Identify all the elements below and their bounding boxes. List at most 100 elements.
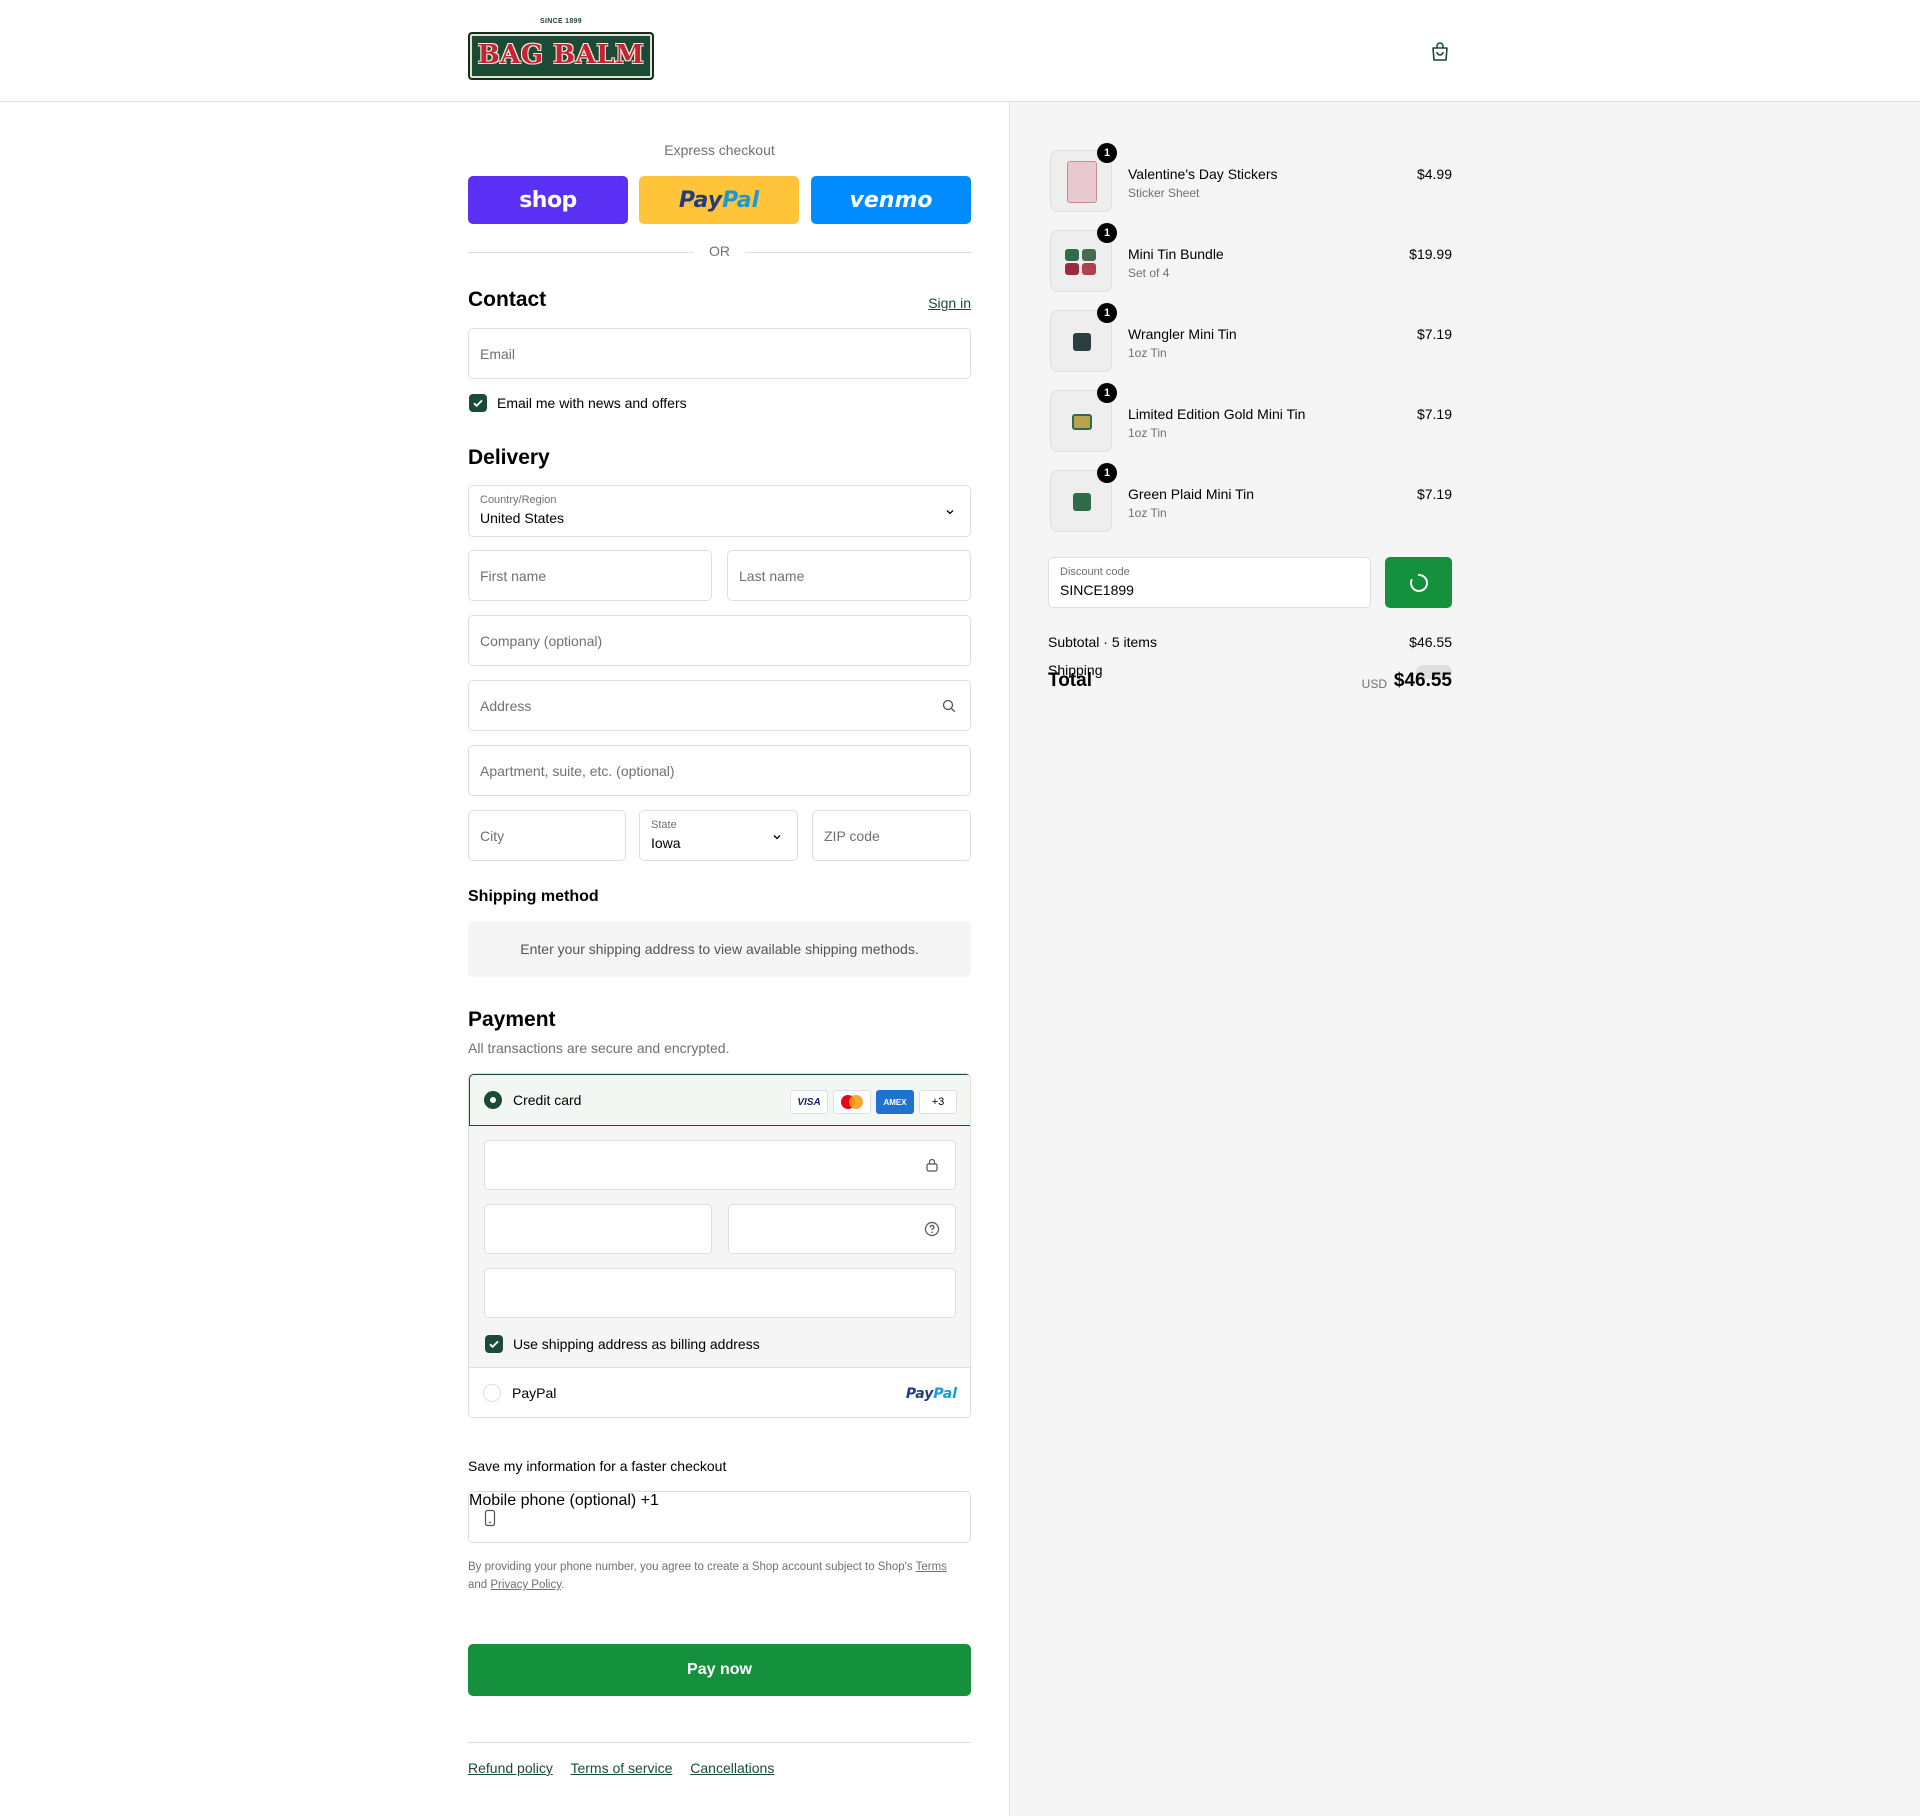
news-offers-checkbox[interactable] — [469, 394, 487, 412]
bag-balm-logo[interactable]: SINCE 1899 BAG BALM — [468, 18, 654, 82]
line-item: 1 Mini Tin Bundle Set of 4 $19.99 — [1048, 223, 1452, 296]
or-divider: OR — [468, 242, 971, 262]
product-thumbnail: 1 — [1050, 303, 1117, 372]
address-placeholder: Address — [480, 698, 532, 714]
amex-logo: AMEX — [876, 1090, 914, 1114]
email-placeholder: Email — [480, 346, 516, 362]
pay-now-button[interactable]: Pay now — [468, 1644, 971, 1696]
delivery-heading: Delivery — [468, 446, 550, 469]
credit-card-label: Credit card — [513, 1092, 582, 1108]
credit-card-radio[interactable] — [484, 1091, 502, 1109]
card-number-field[interactable] — [484, 1140, 956, 1190]
footer-links: Refund policy Terms of service Cancellat… — [468, 1760, 788, 1776]
city-field[interactable]: City — [468, 810, 626, 861]
company-placeholder: Company (optional) — [480, 633, 603, 649]
apartment-placeholder: Apartment, suite, etc. (optional) — [480, 763, 675, 779]
item-variant: 1oz Tin — [1128, 426, 1167, 440]
item-variant: Set of 4 — [1128, 266, 1170, 280]
logo-since-text: SINCE 1899 — [540, 18, 582, 25]
cancellations-link[interactable]: Cancellations — [690, 1760, 774, 1776]
last-name-placeholder: Last name — [739, 568, 805, 584]
discount-code-field[interactable]: Discount code SINCE1899 — [1048, 557, 1371, 608]
item-price: $7.19 — [1416, 406, 1452, 422]
last-name-field[interactable]: Last name — [727, 550, 971, 601]
visa-logo-text: VISA — [797, 1096, 821, 1108]
phone-disclaimer: By providing your phone number, you agre… — [468, 1558, 971, 1594]
email-field[interactable]: Email — [468, 328, 971, 379]
green-plaid-tin-image — [1073, 493, 1091, 511]
quantity-badge: 1 — [1097, 143, 1117, 163]
billing-address-checkbox[interactable] — [485, 1335, 503, 1353]
item-variant: 1oz Tin — [1128, 506, 1167, 520]
help-circle-icon[interactable] — [924, 1221, 940, 1237]
company-field[interactable]: Company (optional) — [468, 615, 971, 666]
mobile-phone-value: +1 — [640, 1492, 659, 1509]
zip-field[interactable]: ZIP code — [812, 810, 971, 861]
mastercard-logo — [833, 1090, 871, 1114]
terms-of-service-link[interactable]: Terms of service — [570, 1760, 672, 1776]
address-field[interactable]: Address — [468, 680, 971, 731]
mobile-phone-icon — [484, 1509, 496, 1527]
express-checkout-label: Express checkout — [664, 142, 775, 158]
state-select[interactable]: State Iowa — [639, 810, 798, 861]
product-thumbnail: 1 — [1050, 143, 1117, 212]
terms-link[interactable]: Terms — [916, 1561, 947, 1573]
paypal-logo-part1: Pay — [905, 1386, 934, 1402]
zip-placeholder: ZIP code — [824, 828, 880, 844]
first-name-placeholder: First name — [480, 568, 547, 584]
subtotal-value: $46.55 — [1409, 634, 1452, 650]
disclaimer-and: and — [468, 1579, 491, 1591]
product-thumbnail: 1 — [1050, 223, 1117, 292]
more-cards-count: +3 — [931, 1096, 945, 1108]
paypal-label-part2: Pal — [722, 187, 760, 213]
country-select[interactable]: Country/Region United States — [468, 485, 971, 537]
shop-pay-button[interactable]: shop — [468, 176, 628, 224]
apartment-field[interactable]: Apartment, suite, etc. (optional) — [468, 745, 971, 796]
more-cards-badge: +3 — [919, 1090, 957, 1114]
privacy-policy-link[interactable]: Privacy Policy — [490, 1579, 561, 1591]
chevron-down-icon — [773, 835, 781, 840]
expiration-date-field[interactable] — [484, 1204, 712, 1254]
payment-heading: Payment — [468, 1008, 556, 1031]
item-name: Mini Tin Bundle — [1128, 246, 1224, 262]
checkout-header: SINCE 1899 BAG BALM — [0, 0, 1920, 102]
line-item: 1 Wrangler Mini Tin 1oz Tin $7.19 — [1048, 303, 1452, 376]
city-placeholder: City — [480, 828, 505, 844]
apply-discount-button[interactable] — [1385, 557, 1452, 608]
shop-pay-label: shop — [519, 187, 577, 213]
billing-address-checkbox-row[interactable]: Use shipping address as billing address — [485, 1335, 760, 1353]
sticker-sheet-image — [1067, 161, 1097, 203]
item-variant: 1oz Tin — [1128, 346, 1167, 360]
mobile-phone-label: Mobile phone (optional) — [469, 1492, 637, 1509]
item-name: Limited Edition Gold Mini Tin — [1128, 406, 1306, 422]
state-label: State — [651, 819, 677, 831]
total-currency: USD — [1361, 677, 1387, 691]
refund-policy-link[interactable]: Refund policy — [468, 1760, 553, 1776]
paypal-option[interactable]: PayPal PayPal — [469, 1367, 970, 1417]
product-thumbnail: 1 — [1050, 463, 1117, 532]
item-name: Green Plaid Mini Tin — [1128, 486, 1255, 502]
paypal-option-label: PayPal — [512, 1385, 557, 1401]
sign-in-link[interactable]: Sign in — [928, 295, 971, 311]
news-offers-checkbox-row[interactable]: Email me with news and offers — [469, 394, 687, 412]
item-name: Wrangler Mini Tin — [1128, 326, 1237, 342]
security-code-field[interactable] — [728, 1204, 956, 1254]
disclaimer-end: . — [561, 1579, 565, 1591]
logo-wordmark: BAG BALM — [477, 40, 645, 70]
chevron-down-icon — [946, 510, 954, 515]
venmo-button[interactable]: venmo — [811, 176, 971, 224]
disclaimer-text: By providing your phone number, you agre… — [468, 1561, 916, 1573]
visa-logo: VISA — [790, 1090, 828, 1114]
cart-button[interactable] — [1428, 40, 1452, 64]
paypal-label-part1: Pay — [678, 187, 723, 213]
paypal-radio[interactable] — [483, 1384, 501, 1402]
credit-card-option[interactable]: Credit card VISA AMEX +3 — [469, 1074, 970, 1126]
wrangler-tin-image — [1073, 333, 1091, 351]
name-on-card-field[interactable] — [484, 1268, 956, 1318]
first-name-field[interactable]: First name — [468, 550, 712, 601]
mobile-phone-field[interactable]: Mobile phone (optional) +1 — [468, 1491, 971, 1543]
or-text: OR — [709, 243, 730, 259]
paypal-express-button[interactable]: Pay Pal — [639, 176, 799, 224]
total-value: $46.55 — [1393, 670, 1452, 691]
logo-badge: BAG BALM — [468, 32, 654, 80]
